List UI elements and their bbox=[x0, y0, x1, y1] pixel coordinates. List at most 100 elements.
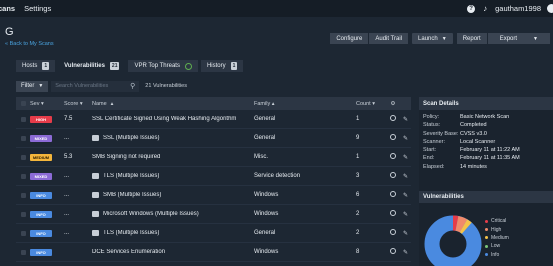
row-checkbox[interactable] bbox=[16, 211, 30, 217]
scan-details-panel: Scan Details Policy: Basic Network Scan St… bbox=[419, 97, 553, 266]
search-icon[interactable]: ⚲ bbox=[130, 82, 135, 90]
family-cell: General bbox=[254, 116, 276, 122]
score-cell: ... bbox=[64, 173, 70, 179]
nav-settings[interactable]: Settings bbox=[24, 4, 60, 13]
name-cell: SSL (Multiple Issues) bbox=[92, 135, 254, 141]
edit-button[interactable]: ✎ bbox=[400, 135, 411, 142]
tab-vpr-top-threats[interactable]: VPR Top Threats bbox=[128, 60, 198, 72]
col-count[interactable]: Count ▾ bbox=[356, 101, 386, 107]
tab-history[interactable]: History 1 bbox=[200, 60, 244, 72]
checkbox-box bbox=[20, 116, 26, 122]
tab-hosts[interactable]: Hosts 1 bbox=[16, 60, 56, 72]
detail-row: Status: Completed bbox=[423, 122, 549, 130]
snooze-button[interactable] bbox=[386, 191, 400, 199]
snooze-button[interactable] bbox=[386, 172, 400, 180]
row-checkbox[interactable] bbox=[16, 230, 30, 236]
tab-label: Hosts bbox=[22, 63, 38, 69]
detail-key: Start: bbox=[423, 147, 437, 154]
table-row[interactable]: MEDIUM 5.3 SMB Signing not required Misc. 1 ✎ bbox=[16, 148, 411, 167]
report-button[interactable]: Report bbox=[456, 33, 487, 44]
table-row[interactable]: HIGH 7.5 SSL Certificate Signed Using Weak… bbox=[16, 110, 411, 129]
tab-count: 1 bbox=[230, 62, 238, 70]
row-checkbox[interactable] bbox=[16, 154, 30, 160]
row-checkbox[interactable] bbox=[16, 249, 30, 255]
snooze-button[interactable] bbox=[386, 153, 400, 161]
edit-button[interactable]: ✎ bbox=[400, 173, 411, 180]
avatar[interactable] bbox=[547, 4, 553, 13]
edit-button[interactable]: ✎ bbox=[400, 154, 411, 161]
detail-row: Start: February 11 at 11:22 AM bbox=[423, 147, 549, 155]
username[interactable]: gautham1998 bbox=[495, 4, 541, 13]
edit-button[interactable]: ✎ bbox=[400, 211, 411, 218]
severity-cell: INFO bbox=[30, 191, 64, 199]
chevron-down-icon: ▼ bbox=[441, 35, 447, 42]
configure-button[interactable]: Configure bbox=[330, 33, 369, 44]
row-checkbox[interactable] bbox=[16, 135, 30, 141]
detail-row: End: February 11 at 11:35 AM bbox=[423, 155, 549, 163]
export-button[interactable]: Export ▼ bbox=[487, 33, 550, 44]
vulnerability-name: DCE Services Enumeration bbox=[92, 249, 166, 255]
table-row[interactable]: INFO... TLS (Multiple Issues) General 2 ✎ bbox=[16, 224, 411, 243]
legend-dot bbox=[485, 228, 488, 232]
settings-icon[interactable]: ⚙ bbox=[386, 101, 400, 107]
toolbar: Configure Audit Trail Launch ▼ Report Exp… bbox=[330, 33, 550, 44]
vulnerability-name: SSL (Multiple Issues) bbox=[103, 135, 160, 141]
col-name-label: Name bbox=[92, 100, 107, 107]
user-area: ? ♪ gautham1998 bbox=[467, 0, 553, 17]
select-all-checkbox[interactable] bbox=[16, 101, 30, 106]
edit-button[interactable]: ✎ bbox=[400, 192, 411, 199]
snooze-button[interactable] bbox=[386, 248, 400, 256]
edit-button[interactable]: ✎ bbox=[400, 116, 411, 123]
count-cell: 1 bbox=[356, 116, 360, 122]
top-navigation: cans Settings ? ♪ gautham1998 bbox=[0, 0, 553, 17]
tab-label: Vulnerabilities bbox=[64, 63, 105, 69]
name-cell: Microsoft Windows (Multiple Issues) bbox=[92, 211, 254, 217]
detail-row: Scanner: Local Scanner bbox=[423, 139, 549, 147]
folder-icon bbox=[92, 211, 99, 217]
audit-trail-button[interactable]: Audit Trail bbox=[369, 33, 409, 44]
snooze-button[interactable] bbox=[386, 210, 400, 218]
page-title: G bbox=[5, 26, 14, 38]
col-name[interactable]: Name ▴ bbox=[92, 101, 254, 107]
family-cell: Service detection bbox=[254, 173, 301, 179]
detail-key: Scanner: bbox=[423, 138, 446, 145]
table-row[interactable]: INFO DCE Services Enumeration Windows 8 ✎ bbox=[16, 243, 411, 262]
clock-icon bbox=[390, 153, 396, 159]
detail-key: Status: bbox=[423, 122, 441, 129]
snooze-button[interactable] bbox=[386, 229, 400, 237]
tab-vulnerabilities[interactable]: Vulnerabilities 21 bbox=[58, 60, 126, 72]
col-score[interactable]: Score ▾ bbox=[64, 101, 92, 107]
snooze-button[interactable] bbox=[386, 115, 400, 123]
legend-label: Critical bbox=[491, 218, 507, 225]
row-checkbox[interactable] bbox=[16, 192, 30, 198]
table-row[interactable]: INFO... SMB (Multiple Issues) Windows 6 ✎ bbox=[16, 186, 411, 205]
table-row[interactable]: MIXED... SSL (Multiple Issues) General 9 ✎ bbox=[16, 129, 411, 148]
scan-details-title: Scan Details bbox=[419, 97, 553, 110]
row-checkbox[interactable] bbox=[16, 173, 30, 179]
snooze-button[interactable] bbox=[386, 134, 400, 142]
col-count-label: Count bbox=[356, 100, 371, 107]
edit-button[interactable]: ✎ bbox=[400, 249, 411, 256]
edit-button[interactable]: ✎ bbox=[400, 230, 411, 237]
detail-value: Completed bbox=[460, 122, 487, 129]
nav-scans[interactable]: cans bbox=[0, 4, 24, 13]
filter-button[interactable]: Filter ▼ bbox=[16, 80, 49, 92]
table-row[interactable]: INFO... Microsoft Windows (Multiple Issue… bbox=[16, 205, 411, 224]
legend-dot bbox=[485, 219, 488, 223]
col-sev[interactable]: Sev ▾ bbox=[30, 101, 64, 107]
launch-button[interactable]: Launch ▼ bbox=[412, 33, 453, 44]
row-checkbox[interactable] bbox=[16, 116, 30, 122]
back-to-scans-link[interactable]: « Back to My Scans bbox=[5, 41, 54, 47]
bell-icon[interactable]: ♪ bbox=[481, 4, 489, 13]
configure-audit-group: Configure Audit Trail bbox=[330, 33, 409, 44]
table-row[interactable]: MIXED... TLS (Multiple Issues) Service det… bbox=[16, 167, 411, 186]
search-input[interactable]: Search Vulnerabilities ⚲ bbox=[51, 80, 140, 92]
pencil-icon: ✎ bbox=[402, 211, 409, 218]
detail-key: Severity Base: bbox=[423, 130, 459, 137]
vulnerability-count: 21 Vulnerabilities bbox=[145, 83, 187, 89]
help-icon[interactable]: ? bbox=[467, 4, 476, 13]
col-family[interactable]: Family ▴ bbox=[254, 101, 356, 107]
checkbox-box bbox=[20, 211, 26, 217]
table-body: HIGH 7.5 SSL Certificate Signed Using Weak… bbox=[16, 110, 411, 262]
score-cell: ... bbox=[64, 230, 70, 236]
